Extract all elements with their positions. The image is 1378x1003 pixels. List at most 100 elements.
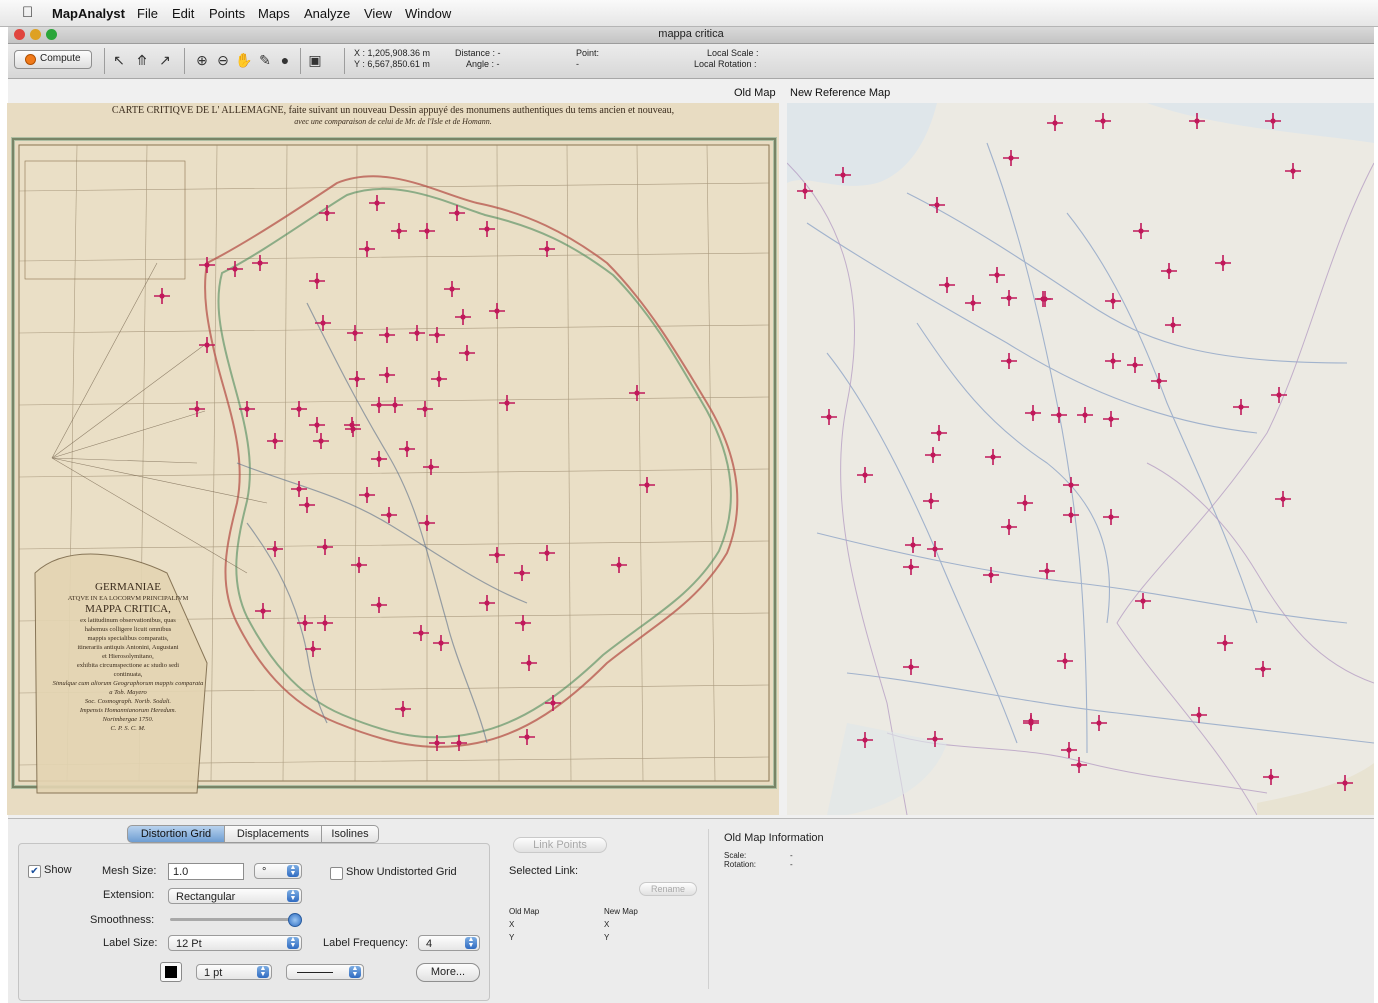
- label-size-value: 12 Pt: [176, 938, 202, 950]
- smoothness-slider-knob[interactable]: [288, 913, 302, 927]
- point-readout-value: -: [576, 59, 579, 69]
- toolbar-separator: [184, 48, 185, 74]
- window-title-bar: mappa critica: [8, 27, 1374, 44]
- cartouche-line: Simulque cum aliorum Geographorum mappis…: [52, 680, 204, 687]
- scale-value: -: [790, 851, 793, 860]
- old-map-header: Old Map: [734, 87, 776, 99]
- mesh-unit-select[interactable]: ° ▲ ▼: [254, 863, 302, 879]
- apple-menu-icon[interactable]: : [22, 4, 33, 21]
- rename-button[interactable]: Rename: [639, 882, 697, 896]
- local-rotation-readout: Local Rotation :: [694, 59, 757, 69]
- popup-arrows-icon: ▲ ▼: [465, 936, 477, 949]
- cartouche-line: MAPPA CRITICA,: [85, 603, 171, 615]
- distance-readout: Distance : -: [455, 48, 501, 58]
- bottom-panel: Distortion Grid Displacements Isolines ✔…: [8, 818, 1374, 1003]
- show-checkbox[interactable]: ✔: [28, 865, 41, 878]
- cartouche-line: Norimbergae 1750.: [102, 716, 154, 723]
- label-size-select[interactable]: 12 Pt ▲ ▼: [168, 935, 302, 951]
- menu-bar:  MapAnalyst File Edit Points Maps Analy…: [0, 0, 1378, 27]
- new-map-drawing: [787, 103, 1374, 815]
- new-map-y-label: Y: [604, 933, 610, 942]
- cartouche-line: ATQVE IN EA LOCORVM PRINCIPALIVM: [67, 595, 189, 602]
- show-all-icon[interactable]: ▣: [306, 51, 324, 69]
- scale-label: Scale:: [724, 851, 747, 860]
- compute-button[interactable]: Compute: [14, 50, 92, 69]
- menu-file[interactable]: File: [137, 6, 158, 21]
- cartouche-line: ex latitudinum observationibus, quas: [80, 617, 176, 624]
- cartouche-line: itinerariis antiquis Antonini, Augustani: [77, 644, 179, 651]
- smoothness-slider-track[interactable]: [170, 918, 296, 921]
- cartouche-line: a Tob. Mayero: [109, 689, 147, 696]
- new-map-x-label: X: [604, 920, 610, 929]
- menu-edit[interactable]: Edit: [172, 6, 194, 21]
- zoom-out-icon[interactable]: ⊖: [214, 51, 232, 69]
- mesh-size-field[interactable]: 1.0: [168, 863, 244, 880]
- tab-distortion-grid[interactable]: Distortion Grid: [127, 825, 225, 843]
- pan-hand-icon[interactable]: ✋: [235, 51, 253, 69]
- cartouche-line: Impensis Homannianorum Heredum.: [79, 707, 177, 714]
- cartouche-line: exhibita circumspectione ac studio sedi: [76, 662, 180, 669]
- local-scale-readout: Local Scale :: [707, 48, 759, 58]
- toolbar-separator: [300, 48, 301, 74]
- line-width-select[interactable]: 1 pt ▲ ▼: [196, 964, 272, 980]
- show-undistorted-grid-checkbox[interactable]: [330, 867, 343, 880]
- menu-view[interactable]: View: [364, 6, 392, 21]
- extension-value: Rectangular: [176, 891, 236, 903]
- window-title: mappa critica: [658, 28, 724, 40]
- old-map-x-label: X: [509, 920, 515, 929]
- mesh-size-label: Mesh Size:: [102, 865, 157, 877]
- cartouche-line: C. P. S. C. M.: [110, 725, 146, 732]
- compute-label: Compute: [40, 53, 81, 64]
- rotation-value: -: [790, 860, 793, 869]
- line-width-value: 1 pt: [204, 967, 223, 979]
- app-menu[interactable]: MapAnalyst: [52, 6, 125, 21]
- new-map-column-header: New Map: [604, 907, 638, 916]
- grid-color-well[interactable]: [160, 962, 182, 982]
- measure-icon[interactable]: ✎: [256, 51, 274, 69]
- cartouche-line: et Hierosolymitano,: [102, 653, 154, 660]
- menu-points[interactable]: Points: [209, 6, 245, 21]
- cartouche-line: habemus colligere licuit omnibus: [84, 626, 172, 633]
- old-map-information-title: Old Map Information: [724, 832, 824, 844]
- cartouche-line: Soc. Cosmograph. Norib. Sodali.: [84, 698, 172, 705]
- extension-select[interactable]: Rectangular ▲ ▼: [168, 888, 302, 904]
- popup-arrows-icon: ▲ ▼: [287, 864, 299, 877]
- y-coordinate: Y : 6,567,850.61 m: [354, 59, 430, 69]
- select-pointer-icon[interactable]: ↖: [110, 51, 128, 69]
- popup-arrows-icon: ▲ ▼: [257, 965, 269, 978]
- toolbar: Compute ↖ ⤊ ↗ ⊕ ⊖ ✋ ✎ ● ▣ X : 1,205,908.…: [8, 44, 1374, 79]
- link-points-button[interactable]: Link Points: [513, 837, 607, 853]
- pen-icon[interactable]: ●: [276, 51, 294, 69]
- menu-window[interactable]: Window: [405, 6, 451, 21]
- new-map-header: New Reference Map: [790, 87, 891, 99]
- menu-analyze[interactable]: Analyze: [304, 6, 350, 21]
- move-point-icon[interactable]: ↗: [156, 51, 174, 69]
- old-map-y-label: Y: [509, 933, 515, 942]
- set-point-icon[interactable]: ⤊: [133, 51, 151, 69]
- angle-readout: Angle : -: [466, 59, 500, 69]
- label-frequency-select[interactable]: 4 ▲ ▼: [418, 935, 480, 951]
- cartouche-text: GERMANIAE ATQVE IN EA LOCORVM PRINCIPALIV…: [43, 581, 213, 733]
- popup-arrows-icon: ▲ ▼: [287, 936, 299, 949]
- tab-isolines[interactable]: Isolines: [321, 825, 379, 843]
- cartouche-line: GERMANIAE: [95, 581, 161, 593]
- old-map-canvas[interactable]: CARTE CRITIQVE DE L' ALLEMAGNE, faite su…: [7, 103, 779, 815]
- popup-arrows-icon: ▲ ▼: [287, 889, 299, 902]
- new-reference-map-canvas[interactable]: [787, 103, 1374, 815]
- panel-divider: [708, 829, 709, 989]
- tab-displacements[interactable]: Displacements: [224, 825, 322, 843]
- selected-link-label: Selected Link:: [509, 865, 579, 877]
- label-frequency-value: 4: [426, 938, 433, 950]
- x-coordinate: X : 1,205,908.36 m: [354, 48, 431, 58]
- menu-maps[interactable]: Maps: [258, 6, 290, 21]
- point-readout-label: Point:: [576, 48, 600, 58]
- popup-arrows-icon: ▲ ▼: [349, 965, 361, 978]
- zoom-in-icon[interactable]: ⊕: [193, 51, 211, 69]
- toolbar-separator: [104, 48, 105, 74]
- cartouche-line: mappis specialibus comparatis,: [87, 635, 169, 642]
- more-button[interactable]: More...: [416, 963, 480, 982]
- mesh-unit-value: °: [262, 866, 267, 878]
- smoothness-label: Smoothness:: [90, 914, 155, 926]
- line-style-select[interactable]: ▲ ▼: [286, 964, 364, 980]
- grid-color-swatch: [165, 966, 177, 978]
